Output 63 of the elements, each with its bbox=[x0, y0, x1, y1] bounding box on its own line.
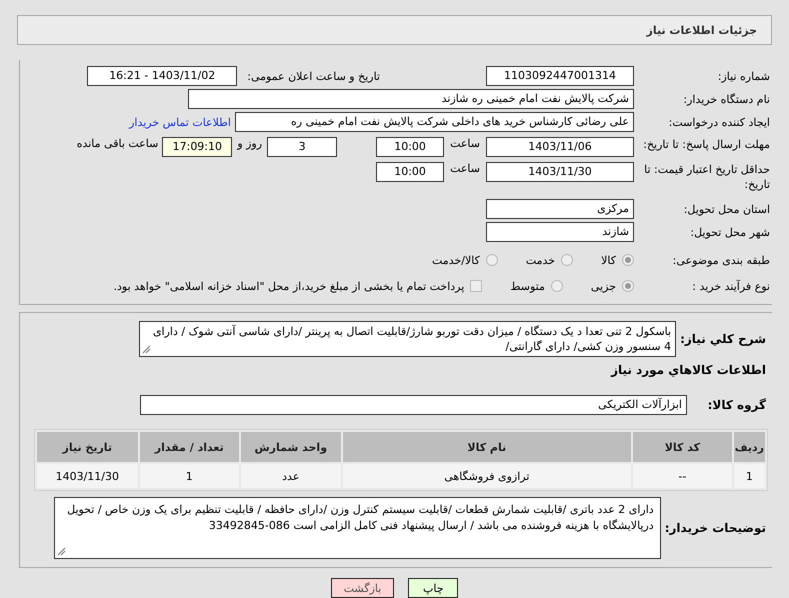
contact-link[interactable]: اطلاعات تماس خریدار bbox=[129, 116, 231, 128]
input-field[interactable]: 10:00 bbox=[376, 137, 444, 157]
input-field[interactable]: شازند bbox=[486, 222, 634, 242]
radio-button[interactable] bbox=[550, 280, 563, 292]
radio-label: کالا/خدمت bbox=[432, 254, 480, 266]
input-field[interactable]: 1403/11/02 - 16:21 bbox=[87, 66, 238, 86]
text-area[interactable]: باسکول 2 تنی تعدا د یک دستگاه / میزان دقت توربو شارژ/قابلیت اتصال به پرینتر /دارای شاسی آنتی شوک / دارای 4 سنسور وزن کشی/ دارای گارانتی/ bbox=[139, 321, 676, 357]
input-field[interactable]: مرکزی bbox=[486, 199, 634, 219]
table-cell: -- bbox=[632, 464, 732, 488]
field-label: گروه کالا: bbox=[706, 398, 766, 412]
section-heading: اطلاعات کالاهاي مورد نياز bbox=[610, 363, 766, 377]
input-field[interactable]: علی رضائی کارشناس خرید های داخلی شرکت پالایش نفت امام خمینی ره bbox=[235, 112, 634, 132]
field-label: نوع فرآیند خرید : bbox=[691, 278, 771, 294]
field-label: ساعت bbox=[450, 137, 480, 150]
input-field[interactable]: 1103092447001314 bbox=[486, 66, 634, 86]
resize-grip-icon[interactable] bbox=[57, 547, 66, 556]
column-header: واحد شمارش bbox=[240, 432, 341, 462]
field-label: مهلت ارسال پاسخ: تا تاریخ: bbox=[642, 137, 771, 152]
field-label: توضیحات خریدار: bbox=[664, 521, 766, 535]
table-cell: 1 bbox=[734, 464, 765, 488]
input-field[interactable]: 3 bbox=[267, 137, 338, 157]
field-label: ساعت bbox=[450, 162, 480, 175]
page-title: جزئیات اطلاعات نیاز bbox=[646, 24, 757, 36]
text-area[interactable]: دارای 2 عدد باتری /قابلیت شمارش قطعات /قابلیت سیستم کنترل وزن /دارای حافظه / قابلیت تنظیم برای یک وزن خاص / تحویل درپالایشگاه با هزینه فروشنده می باشد / ارسال پیشنهاد فنی کامل الزامی است 086-33492845 bbox=[54, 497, 661, 559]
input-field[interactable]: 1403/11/30 bbox=[486, 162, 634, 182]
column-header: ردیف bbox=[734, 432, 765, 462]
print-button[interactable]: چاپ bbox=[408, 578, 458, 598]
column-header: نام کالا bbox=[342, 432, 631, 462]
input-field[interactable]: 17:09:10 bbox=[162, 137, 232, 157]
field-label: تاریخ و ساعت اعلان عمومی: bbox=[247, 70, 380, 82]
column-header: تاریخ نیاز bbox=[37, 432, 138, 462]
input-field[interactable]: 1403/11/06 bbox=[486, 137, 634, 157]
field-label: استان محل تحویل: bbox=[682, 202, 771, 216]
field-label: ساعت باقی مانده bbox=[76, 137, 158, 150]
table-cell: 1 bbox=[140, 464, 239, 488]
back-button[interactable]: بازگشت bbox=[330, 578, 394, 598]
radio-label: خدمت bbox=[526, 254, 556, 266]
table-cell: ترازوی فروشگاهی bbox=[342, 464, 631, 488]
field-label: شهر محل تحویل: bbox=[689, 224, 771, 240]
radio-label: جزیی bbox=[590, 280, 616, 292]
checkbox[interactable] bbox=[470, 280, 482, 292]
input-field[interactable]: ابزارآلات الکتریکی bbox=[140, 395, 687, 415]
field-label: روز و bbox=[237, 137, 262, 150]
field-label: شماره نیاز: bbox=[716, 68, 771, 84]
radio-label: متوسط bbox=[510, 280, 545, 292]
column-header: تعداد / مقدار bbox=[140, 432, 239, 462]
field-label: حداقل تاریخ اعتبار قیمت: تا تاریخ: bbox=[643, 162, 771, 192]
table-cell: عدد bbox=[240, 464, 341, 488]
field-label: طبقه بندی موضوعی: bbox=[672, 252, 771, 268]
checkbox-label: پرداخت تمام یا بخشی از مبلغ خرید،از محل "اسناد خزانه اسلامی" خواهد بود. bbox=[114, 280, 464, 292]
radio-button[interactable] bbox=[622, 280, 634, 292]
field-label: ایجاد کننده درخواست: bbox=[668, 114, 771, 130]
field-label: نام دستگاه خریدار: bbox=[682, 92, 771, 106]
input-field[interactable]: شرکت پالایش نفت امام خمینی ره شازند bbox=[188, 89, 634, 109]
radio-button[interactable] bbox=[561, 254, 574, 266]
column-header: کد کالا bbox=[632, 432, 732, 462]
radio-button[interactable] bbox=[486, 254, 498, 266]
input-field[interactable]: 10:00 bbox=[376, 162, 444, 182]
resize-grip-icon[interactable] bbox=[142, 345, 151, 354]
field-label: شرح کلي نياز: bbox=[680, 332, 766, 346]
radio-button[interactable] bbox=[622, 254, 634, 266]
radio-label: کالا bbox=[601, 254, 616, 266]
table-cell: 1403/11/30 bbox=[37, 464, 138, 488]
